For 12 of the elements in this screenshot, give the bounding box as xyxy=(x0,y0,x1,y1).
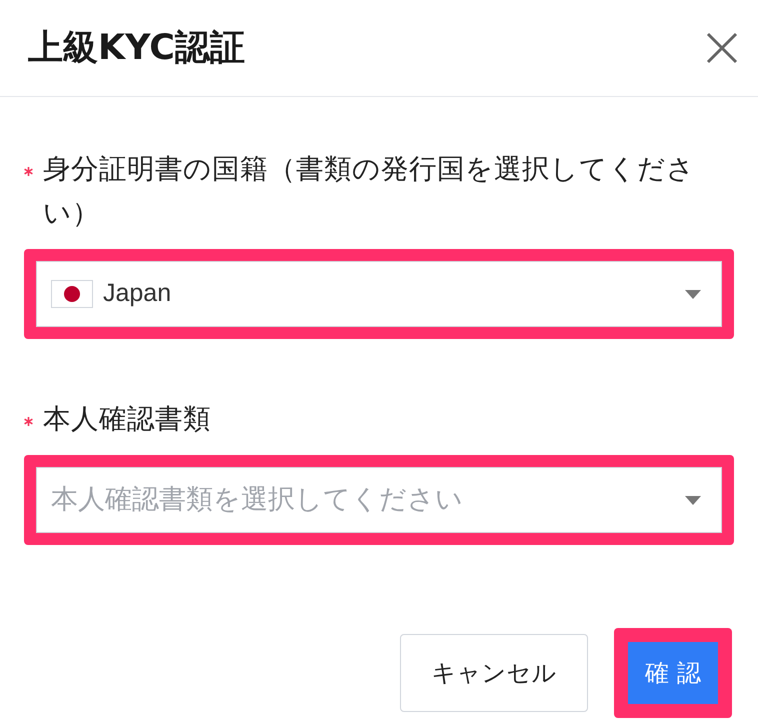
confirm-button[interactable]: 確 認 xyxy=(628,642,718,704)
placeholder-text: 本人確認書類を選択してください xyxy=(51,482,463,517)
field-label: 身分証明書の国籍（書類の発行国を選択してください） xyxy=(43,152,696,231)
field-label: 本人確認書類 xyxy=(43,402,211,437)
close-icon[interactable] xyxy=(706,32,738,64)
select-field[interactable]: Japan xyxy=(36,261,722,327)
field-value: Japan xyxy=(103,278,172,310)
dialog-title: 上級KYC認証 xyxy=(28,26,245,70)
cancel-button[interactable]: キャンセル xyxy=(400,634,588,712)
caret-icon xyxy=(685,290,701,298)
japan-flag-icon xyxy=(51,280,93,308)
caret-icon xyxy=(685,496,701,504)
